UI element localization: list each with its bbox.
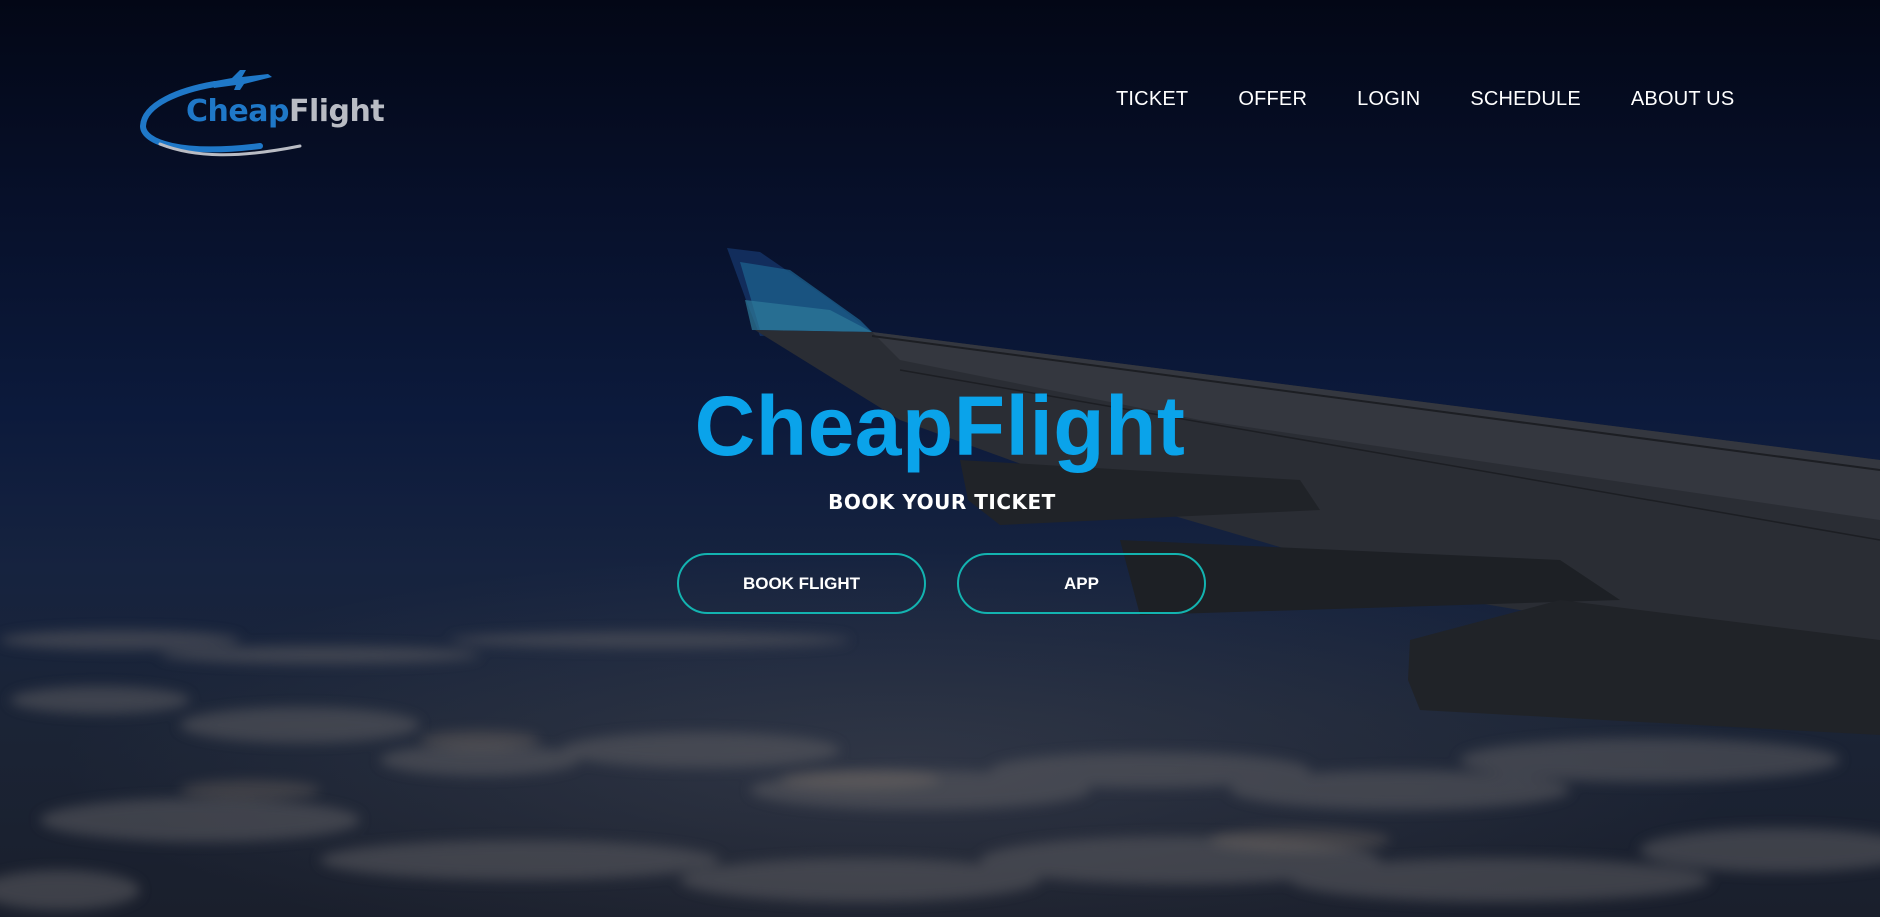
hero-background: CheapFlight TICKET OFFER LOGIN SCHEDULE … bbox=[0, 0, 1880, 917]
logo-text-flight: Flight bbox=[288, 94, 385, 129]
logo-text-cheap: Cheap bbox=[186, 94, 289, 129]
nav-schedule[interactable]: SCHEDULE bbox=[1470, 88, 1581, 111]
hero-subtitle: BOOK YOUR TICKET bbox=[828, 490, 1056, 514]
nav-login[interactable]: LOGIN bbox=[1357, 88, 1420, 111]
nav-about-us[interactable]: ABOUT US bbox=[1631, 88, 1734, 111]
nav-ticket[interactable]: TICKET bbox=[1116, 88, 1188, 111]
main-navigation: TICKET OFFER LOGIN SCHEDULE ABOUT US bbox=[1116, 88, 1734, 111]
logo-wordmark: CheapFlight bbox=[186, 94, 385, 129]
book-flight-button[interactable]: BOOK FLIGHT bbox=[677, 553, 926, 614]
site-logo[interactable]: CheapFlight bbox=[140, 66, 385, 162]
nav-offer[interactable]: OFFER bbox=[1238, 88, 1307, 111]
hero-title: CheapFlight bbox=[694, 379, 1186, 473]
app-button[interactable]: APP bbox=[957, 553, 1206, 614]
